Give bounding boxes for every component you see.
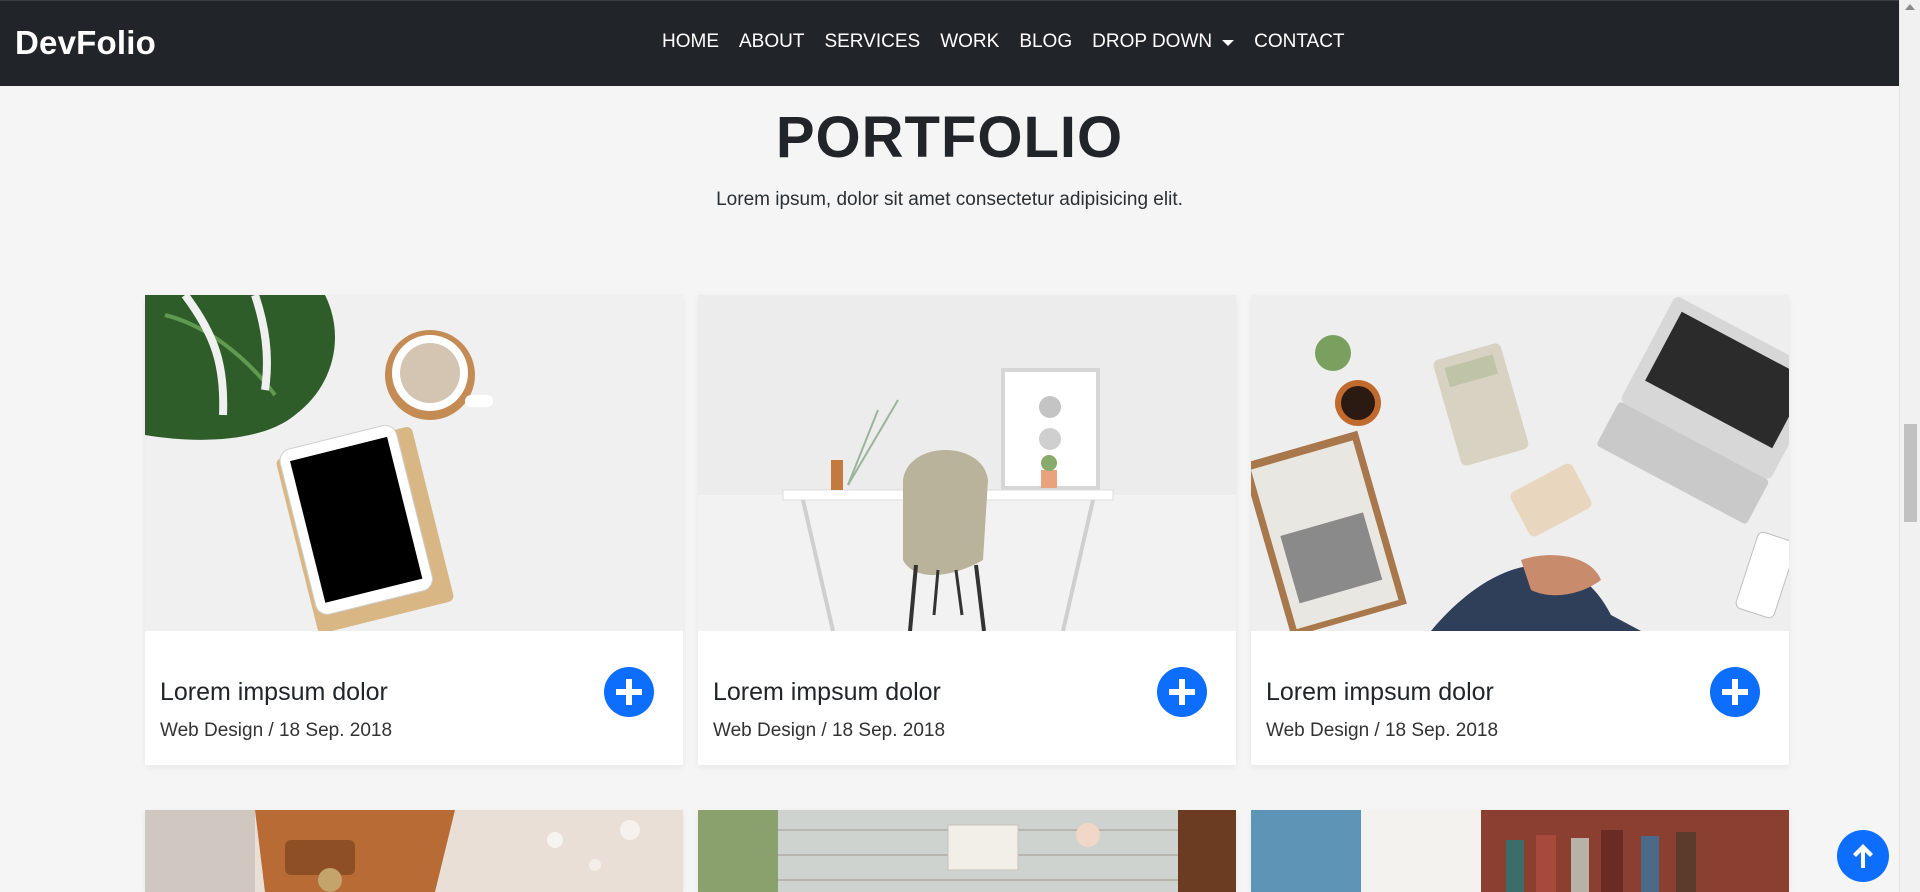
nav-contact[interactable]: CONTACT	[1244, 31, 1354, 53]
nav-work[interactable]: WORK	[930, 31, 1009, 53]
navbar: DevFolio HOME ABOUT SERVICES WORK BLOG D…	[0, 0, 1899, 86]
page-subtitle: Lorem ipsum, dolor sit amet consectetur …	[716, 189, 1183, 210]
scroll-up-arrow-icon[interactable]	[1905, 4, 1915, 10]
card-meta: Web Design / 18 Sep. 2018	[1266, 720, 1499, 741]
page-scrollbar[interactable]	[1899, 0, 1920, 892]
portfolio-card[interactable]	[698, 810, 1236, 892]
nav-home[interactable]: HOME	[652, 31, 729, 53]
portfolio-image[interactable]	[145, 810, 683, 892]
portfolio-card[interactable]: Lorem impsum dolor Web Design / 18 Sep. …	[145, 295, 683, 765]
nav-dropdown-label: DROP DOWN	[1092, 31, 1213, 52]
portfolio-card[interactable]	[145, 810, 683, 892]
nav-about[interactable]: ABOUT	[729, 31, 814, 53]
nav-links: HOME ABOUT SERVICES WORK BLOG DROP DOWN …	[652, 31, 1355, 53]
back-to-top-button[interactable]	[1837, 830, 1889, 882]
scroll-thumb[interactable]	[1904, 424, 1917, 522]
portfolio-image[interactable]	[698, 810, 1236, 892]
portfolio-image[interactable]	[145, 295, 683, 631]
arrow-up-icon	[1853, 844, 1873, 868]
page-title: PORTFOLIO	[775, 105, 1124, 170]
card-title[interactable]: Lorem impsum dolor	[160, 678, 388, 707]
brand-logo[interactable]: DevFolio	[15, 24, 156, 62]
portfolio-card[interactable]: Lorem impsum dolor Web Design / 18 Sep. …	[1251, 295, 1789, 765]
portfolio-image[interactable]	[1251, 810, 1789, 892]
portfolio-card[interactable]: Lorem impsum dolor Web Design / 18 Sep. …	[698, 295, 1236, 765]
plus-icon[interactable]	[1157, 667, 1207, 717]
portfolio-card-body: Lorem impsum dolor Web Design / 18 Sep. …	[145, 631, 683, 765]
caret-down-icon	[1222, 39, 1235, 46]
portfolio-image[interactable]	[1251, 295, 1789, 631]
card-title[interactable]: Lorem impsum dolor	[1266, 678, 1494, 707]
card-title[interactable]: Lorem impsum dolor	[713, 678, 941, 707]
portfolio-card[interactable]	[1251, 810, 1789, 892]
nav-dropdown[interactable]: DROP DOWN	[1082, 31, 1244, 53]
nav-services[interactable]: SERVICES	[814, 31, 930, 53]
plus-icon[interactable]	[604, 667, 654, 717]
plus-icon[interactable]	[1710, 667, 1760, 717]
card-meta: Web Design / 18 Sep. 2018	[160, 720, 393, 741]
nav-blog[interactable]: BLOG	[1009, 31, 1082, 53]
card-meta: Web Design / 18 Sep. 2018	[713, 720, 946, 741]
portfolio-card-body: Lorem impsum dolor Web Design / 18 Sep. …	[1251, 631, 1789, 765]
portfolio-image[interactable]	[698, 295, 1236, 631]
portfolio-card-body: Lorem impsum dolor Web Design / 18 Sep. …	[698, 631, 1236, 765]
